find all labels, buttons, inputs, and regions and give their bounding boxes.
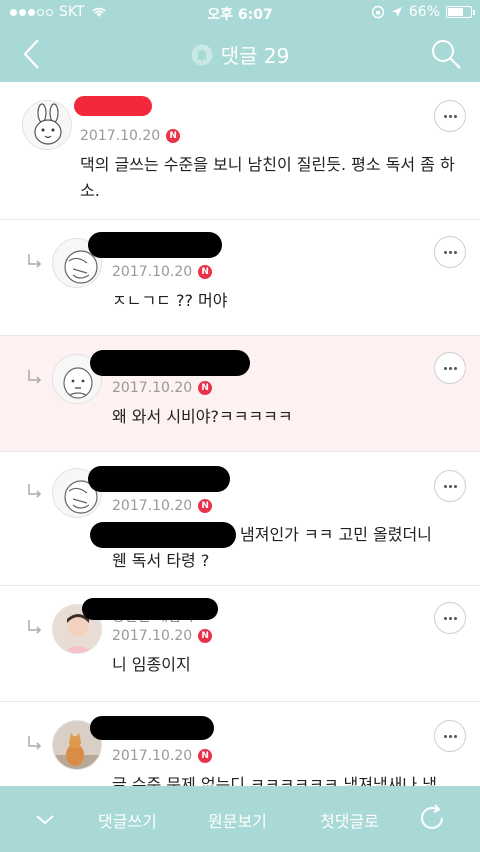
new-badge: N <box>166 129 181 143</box>
bottom-toolbar: 댓글쓰기 원문보기 첫댓글로 <box>0 786 480 852</box>
avatar[interactable] <box>22 100 72 150</box>
new-badge: N <box>198 265 213 279</box>
more-options-button[interactable] <box>434 236 466 268</box>
new-badge: N <box>198 381 213 395</box>
status-bar: SKT 오후 6:07 66% <box>0 0 480 26</box>
reply-arrow-icon <box>28 254 42 268</box>
new-badge: N <box>198 629 213 643</box>
chevron-down-icon[interactable] <box>34 808 56 830</box>
comment-text: 니 임종이지 <box>112 655 191 674</box>
comment-text: ㅈㄴㄱㄷ ?? 머야 <box>112 291 228 310</box>
more-options-button[interactable] <box>434 720 466 752</box>
comment-date: 2017.10.20 N <box>112 264 213 280</box>
reply-arrow-icon <box>28 736 42 750</box>
comment-date: 2017.10.20 N <box>112 628 213 644</box>
comment-date: 2017.10.20 N <box>80 128 181 144</box>
redacted-username <box>90 350 250 376</box>
rabbit-avatar-icon <box>23 101 71 149</box>
reply-arrow-icon <box>28 620 42 634</box>
battery-percent: 66% <box>408 4 440 20</box>
nav-bar: 댓글 29 <box>0 26 480 82</box>
reply-arrow-icon <box>28 484 42 498</box>
more-options-button[interactable] <box>434 100 466 132</box>
comment-text: 글 수준 문제 없는디 ㅋㅋㅋㅋㅋㅋ 냄져냄새나 냄 <box>112 775 437 786</box>
redacted-username <box>90 716 214 740</box>
refresh-icon[interactable] <box>418 804 446 832</box>
redacted-username <box>74 96 152 116</box>
redacted-mention <box>90 522 236 548</box>
page-title: 댓글 29 <box>0 40 480 69</box>
comment-text-line1: 냄져인가 ㅋㅋ 고민 올렸더니 <box>240 525 432 544</box>
search-icon[interactable] <box>430 38 462 70</box>
redacted-username <box>82 598 218 620</box>
rotation-lock-icon <box>371 5 385 19</box>
redacted-username <box>88 466 230 492</box>
battery-icon <box>446 6 475 18</box>
status-right: 66% <box>371 4 475 20</box>
reply-item: 2017.10.20 N 냄져인가 ㅋㅋ 고민 올렸더니 웬 독서 타령 ? <box>0 452 480 586</box>
comment-date: 2017.10.20 N <box>112 380 213 396</box>
view-original-button[interactable]: 원문보기 <box>208 808 267 832</box>
more-options-button[interactable] <box>434 352 466 384</box>
new-badge: N <box>198 749 213 763</box>
redacted-username <box>88 232 222 258</box>
new-badge: N <box>198 499 213 513</box>
comment-text: 댁의 글쓰는 수준을 보니 남친이 질린듯. 평소 독서 좀 하소. <box>80 155 455 200</box>
location-icon <box>391 7 402 17</box>
reply-item: 방탄탄 태범시 2017.10.20 N 니 임종이지 <box>0 586 480 702</box>
comment-count-title: 댓글 29 <box>220 44 290 68</box>
comment-item: 2017.10.20 N 댁의 글쓰는 수준을 보니 남친이 질린듯. 평소 독… <box>0 82 480 220</box>
more-options-button[interactable] <box>434 602 466 634</box>
write-comment-button[interactable]: 댓글쓰기 <box>98 808 157 832</box>
comment-text: 왜 와서 시비야?ㅋㅋㅋㅋㅋ <box>112 407 293 426</box>
comment-list: 2017.10.20 N 댁의 글쓰는 수준을 보니 남친이 질린듯. 평소 독… <box>0 82 480 786</box>
comment-date: 2017.10.20 N <box>112 748 213 764</box>
comment-date: 2017.10.20 N <box>112 498 213 514</box>
reply-item: 2017.10.20 N ㅈㄴㄱㄷ ?? 머야 <box>0 220 480 336</box>
reply-arrow-icon <box>28 370 42 384</box>
first-comment-button[interactable]: 첫댓글로 <box>320 808 379 832</box>
comment-text-line2: 웬 독서 타령 ? <box>112 551 210 570</box>
reply-item: 2017.10.20 N 글 수준 문제 없는디 ㅋㅋㅋㅋㅋㅋ 냄져냄새나 냄 <box>0 702 480 786</box>
bell-icon <box>191 44 213 65</box>
more-options-button[interactable] <box>434 470 466 502</box>
reply-item-highlighted: 2017.10.20 N 왜 와서 시비야?ㅋㅋㅋㅋㅋ <box>0 336 480 452</box>
